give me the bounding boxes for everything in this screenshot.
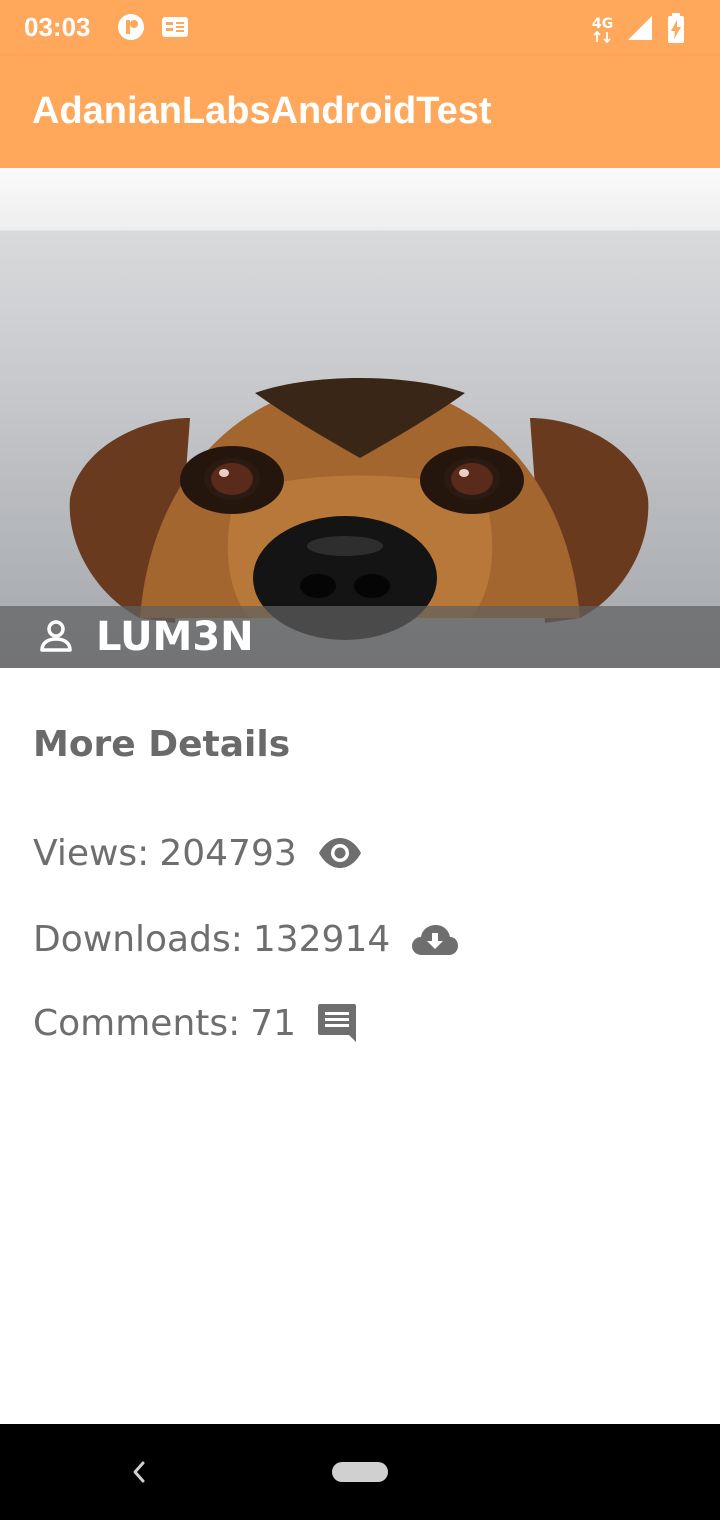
network-type-label: 4G [592,16,613,32]
more-details-heading: More Details [33,724,291,765]
hero-image[interactable]: LUM3N [0,168,720,668]
signal-icon [626,14,654,47]
app-title: AdanianLabsAndroidTest [32,90,492,132]
views-value: 204793 [159,832,297,874]
downloads-value: 132914 [252,918,391,960]
comment-icon [316,1002,358,1044]
views-label: Views: [33,832,150,874]
status-time: 03:03 [24,12,91,42]
pinterest-icon [116,12,146,47]
comments-row: Comments: 71 [33,998,358,1048]
eye-icon [317,836,363,870]
downloads-row: Downloads: 132914 [33,914,460,964]
cloud-download-icon [410,921,460,957]
comments-label: Comments: [33,1002,241,1044]
dog-photo [69,378,649,640]
views-row: Views: 204793 [33,828,363,878]
home-pill-icon[interactable] [332,1462,388,1482]
screen: 03:03 4G AdanianLabsAndroidTest LUM3N Mo… [0,0,720,1520]
status-bar: 03:03 4G [0,0,720,56]
battery-charging-icon [666,12,686,49]
owner-name: LUM3N [96,614,254,660]
back-icon[interactable] [126,1458,152,1491]
comments-value: 71 [250,1002,297,1044]
news-icon [160,12,190,47]
app-bar: AdanianLabsAndroidTest [0,56,720,168]
navigation-bar [0,1424,720,1520]
downloads-label: Downloads: [33,918,243,960]
network-4g-icon: 4G [590,14,616,49]
owner-bar: LUM3N [0,606,720,668]
